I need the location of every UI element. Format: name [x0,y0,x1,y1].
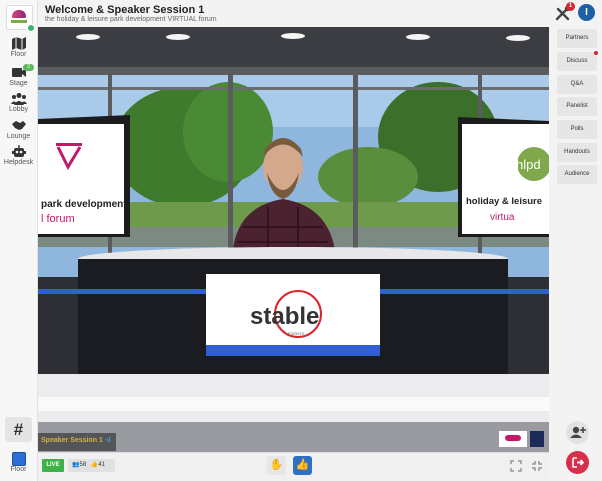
nav-lobby-label: Lobby [8,106,29,113]
nav-stage-label: Stage [9,80,28,87]
robot-icon [11,145,26,157]
thumbs-up-icon: 👍 [295,459,310,471]
tools-button[interactable]: 1 [554,2,575,22]
likes-count: 41 [98,462,106,468]
nav-floor-label: Floor [10,51,27,58]
fullscreen-button[interactable] [510,459,522,472]
online-status-dot [27,24,35,32]
right-screen-line-1: holiday & leisure [466,196,542,207]
notification-count-badge: 1 [566,2,575,11]
nav-floor[interactable]: Floor [0,37,37,58]
hashtag-button[interactable]: # [5,417,32,442]
left-screen-line-2: l forum [41,213,75,225]
page-subtitle: the holiday & leisure park development V… [45,16,217,23]
exit-icon [572,457,585,468]
nav-helpdesk-label: Helpdesk [3,159,34,166]
hlpd-logo-text: hlpd [516,157,541,172]
nav-lounge[interactable]: Lounge [0,119,37,140]
add-user-button[interactable] [566,421,589,444]
user-avatar[interactable]: I [578,4,595,21]
signal-icon: ∙ıl [104,437,111,444]
event-logo[interactable] [6,5,35,32]
tab-partners[interactable]: Partners [557,29,597,48]
nav-lounge-label: Lounge [6,133,31,140]
map-icon [11,37,26,50]
attendees-count: 58 [79,462,87,468]
nav-lobby[interactable]: Lobby [0,92,37,113]
tab-discuss-label: Discuss [566,58,588,64]
tab-panelist[interactable]: Panelist [557,97,597,116]
like-button[interactable]: 👍 [293,456,312,475]
left-rail: Floor 3 Stage Lobby Lounge Helpdesk # Fl… [0,0,38,481]
tab-handouts[interactable]: Handouts [557,143,597,162]
stage-badge: 3 [23,64,34,71]
tab-polls[interactable]: Polls [557,120,597,139]
leave-button[interactable] [566,451,589,474]
exit-fullscreen-button[interactable] [531,459,543,471]
handshake-icon [11,121,26,130]
floor-icon [11,452,26,466]
add-user-icon [570,426,586,438]
tab-discuss[interactable]: Discuss [557,51,598,71]
floor-bottom-label: Floor [10,466,27,473]
likes-icon: 👍 [90,462,99,468]
page-title: Welcome & Speaker Session 1 [45,4,205,16]
nav-stage[interactable]: 3 Stage [0,64,37,87]
discuss-unread-dot [594,51,598,55]
tab-qa[interactable]: Q&A [557,75,597,94]
session-label: Speaker Session 1 ∙ıl [41,437,111,444]
studio-scene: park development l forum hlpd holiday & … [38,27,549,452]
nav-helpdesk[interactable]: Helpdesk [0,145,37,166]
session-label-text: Speaker Session 1 [41,437,103,444]
left-screen-line-1: park development [41,199,127,210]
attendees-icon: 👥 [72,462,80,468]
live-badge: LIVE [42,459,64,472]
stage-video[interactable]: park development l forum hlpd holiday & … [38,27,549,452]
desk-brand-sub: EVENTS [288,331,304,336]
floor-bottom-button[interactable]: Floor [0,452,37,473]
audience-counts: 👥58 👍41 [68,459,115,472]
tab-audience[interactable]: Audience [557,165,597,184]
fullscreen-icon [510,460,522,472]
raise-hand-icon: ✋ [269,459,284,471]
people-icon [10,93,27,105]
right-screen-line-2: virtua [490,212,515,223]
desk-brand-text: stable [250,303,319,330]
raise-hand-button[interactable]: ✋ [267,456,286,475]
exit-fullscreen-icon [532,461,542,471]
